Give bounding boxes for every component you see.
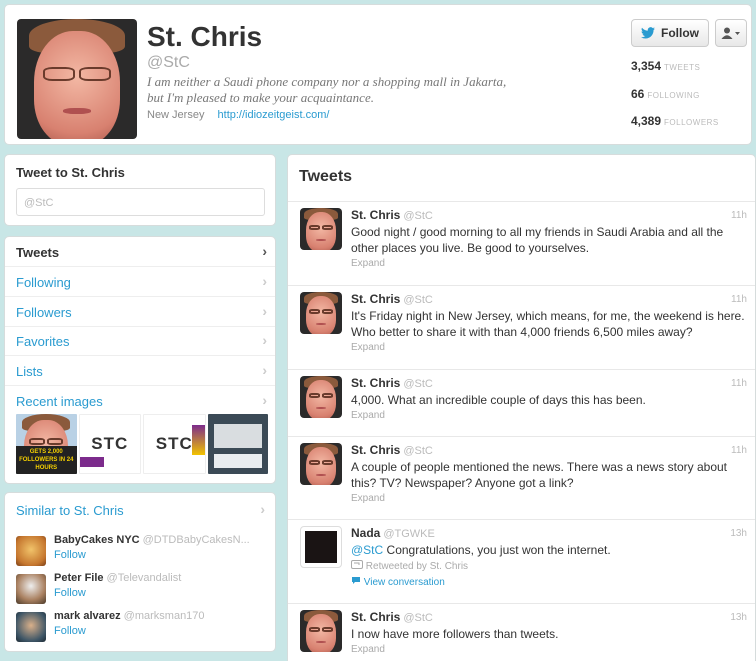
nav-item-lists[interactable]: Lists › <box>5 356 275 386</box>
follow-link[interactable]: Follow <box>54 587 86 599</box>
tweet-author[interactable]: St. Chris <box>351 208 400 222</box>
expand-link[interactable]: Expand <box>351 342 385 353</box>
tweet-text: I now have more followers than tweets. <box>351 627 559 641</box>
tweet-to-box: Tweet to St. Chris @StC <box>4 154 276 226</box>
avatar[interactable] <box>300 292 342 334</box>
tweets-heading: Tweets <box>299 168 353 185</box>
avatar[interactable] <box>16 612 46 642</box>
tweet-author[interactable]: St. Chris <box>351 292 400 306</box>
avatar[interactable] <box>300 610 342 652</box>
tweet-author[interactable]: St. Chris <box>351 610 400 624</box>
avatar[interactable] <box>300 443 342 485</box>
expand-link[interactable]: Expand <box>351 410 385 421</box>
expand-link[interactable]: Expand <box>351 258 385 269</box>
tweet-author[interactable]: St. Chris <box>351 376 400 390</box>
retweet-icon <box>351 560 363 569</box>
view-conversation-link[interactable]: View conversation <box>351 576 445 588</box>
follow-link[interactable]: Follow <box>54 625 86 637</box>
nav-item-favorites[interactable]: Favorites › <box>5 326 275 356</box>
tweet[interactable]: St. Chris @StC 13h I now have more follow… <box>288 603 755 661</box>
chevron-right-icon: › <box>262 332 267 348</box>
avatar[interactable] <box>300 208 342 250</box>
avatar[interactable] <box>16 574 46 604</box>
tweet[interactable]: St. Chris @StC 11h A couple of people men… <box>288 436 755 519</box>
tweet-text: 4,000. What an incredible couple of days… <box>351 393 646 407</box>
stat-followers[interactable]: 4,389 FOLLOWERS <box>631 112 719 130</box>
recent-image-thumb[interactable]: STC <box>78 414 141 474</box>
tweet-time[interactable]: 11h <box>731 210 747 221</box>
user-dropdown-icon <box>721 27 740 39</box>
retweet-info: Retweeted by St. Chris <box>351 560 468 572</box>
follow-button[interactable]: Follow <box>631 19 709 47</box>
tweet-text: @StC Congratulations, you just won the i… <box>351 543 611 557</box>
mention-link[interactable]: @StC <box>351 543 383 557</box>
stat-tweets[interactable]: 3,354 TWEETS <box>631 57 700 75</box>
similar-user-name[interactable]: Peter File <box>54 572 104 584</box>
recent-image-thumb[interactable]: STC <box>143 414 206 474</box>
similar-user[interactable]: Peter File @Televandalist Follow <box>16 572 268 604</box>
profile-bio: I am neither a Saudi phone company nor a… <box>147 74 507 105</box>
nav-item-following[interactable]: Following › <box>5 267 275 297</box>
avatar[interactable] <box>300 376 342 418</box>
tweet-time[interactable]: 13h <box>730 528 747 539</box>
tweet-time[interactable]: 13h <box>730 612 747 623</box>
similar-title[interactable]: Similar to St. Chris <box>16 503 124 518</box>
tweet[interactable]: St. Chris @StC 11h It's Friday night in N… <box>288 285 755 369</box>
recent-image-thumb[interactable]: GETS 2,000 FOLLOWERS IN 24 HOURS <box>16 414 77 474</box>
profile-name: St. Chris <box>147 21 263 52</box>
tweet-text: Good night / good morning to all my frie… <box>351 225 724 255</box>
profile-avatar[interactable] <box>17 19 137 139</box>
twitter-bird-icon <box>641 27 655 39</box>
tweet[interactable]: Nada @TGWKE 13h @StC Congratulations, you… <box>288 519 755 603</box>
tweet-text: A couple of people mentioned the news. T… <box>351 460 728 490</box>
tweet-to-title: Tweet to St. Chris <box>16 165 125 180</box>
follow-link[interactable]: Follow <box>54 549 86 561</box>
avatar[interactable] <box>300 526 342 568</box>
similar-user[interactable]: mark alvarez @marksman170 Follow <box>16 610 268 642</box>
chevron-right-icon: › <box>262 392 267 408</box>
chevron-right-icon: › <box>262 243 267 259</box>
chevron-right-icon: › <box>262 303 267 319</box>
recent-image-thumb[interactable] <box>207 414 268 474</box>
similar-users: Similar to St. Chris › BabyCakes NYC @DTD… <box>4 492 276 652</box>
speech-bubble-icon <box>352 577 360 584</box>
chevron-right-icon: › <box>262 273 267 289</box>
profile-nav: Tweets › Following › Followers › Favorites ›… <box>4 236 276 484</box>
chevron-right-icon: › <box>262 362 267 378</box>
user-actions-button[interactable] <box>715 19 747 47</box>
nav-item-recent-images[interactable]: Recent images › <box>5 386 275 416</box>
tweet[interactable]: St. Chris @StC 11h Good night / good morn… <box>288 201 755 285</box>
profile-url-link[interactable]: http://idiozeitgeist.com/ <box>218 109 330 121</box>
profile-location-line: New Jersey http://idiozeitgeist.com/ <box>147 109 329 121</box>
similar-user[interactable]: BabyCakes NYC @DTDBabyCakesN... Follow <box>16 534 268 566</box>
tweet-text: It's Friday night in New Jersey, which m… <box>351 309 745 339</box>
recent-images-strip: GETS 2,000 FOLLOWERS IN 24 HOURS STC STC <box>16 414 268 474</box>
tweet-time[interactable]: 11h <box>731 445 747 456</box>
stat-following[interactable]: 66 FOLLOWING <box>631 85 700 103</box>
profile-header: St. Chris @StC I am neither a Saudi phon… <box>4 4 752 145</box>
tweet-to-input[interactable]: @StC <box>16 188 265 216</box>
nav-item-tweets[interactable]: Tweets › <box>5 237 275 267</box>
similar-user-name[interactable]: BabyCakes NYC <box>54 534 140 546</box>
tweet-author[interactable]: Nada <box>351 526 380 540</box>
follow-label: Follow <box>661 26 699 40</box>
nav-item-followers[interactable]: Followers › <box>5 297 275 327</box>
avatar[interactable] <box>16 536 46 566</box>
profile-handle: @StC <box>147 54 190 71</box>
tweet[interactable]: St. Chris @StC 11h 4,000. What an incredi… <box>288 369 755 436</box>
tweet-time[interactable]: 11h <box>731 294 747 305</box>
tweet-time[interactable]: 11h <box>731 378 747 389</box>
tweets-timeline: Tweets St. Chris @StC 11h Good night / go… <box>287 154 756 661</box>
expand-link[interactable]: Expand <box>351 644 385 655</box>
tweet-author[interactable]: St. Chris <box>351 443 400 457</box>
similar-user-name[interactable]: mark alvarez <box>54 610 121 622</box>
expand-link[interactable]: Expand <box>351 493 385 504</box>
profile-location: New Jersey <box>147 109 205 121</box>
chevron-right-icon: › <box>260 501 265 517</box>
